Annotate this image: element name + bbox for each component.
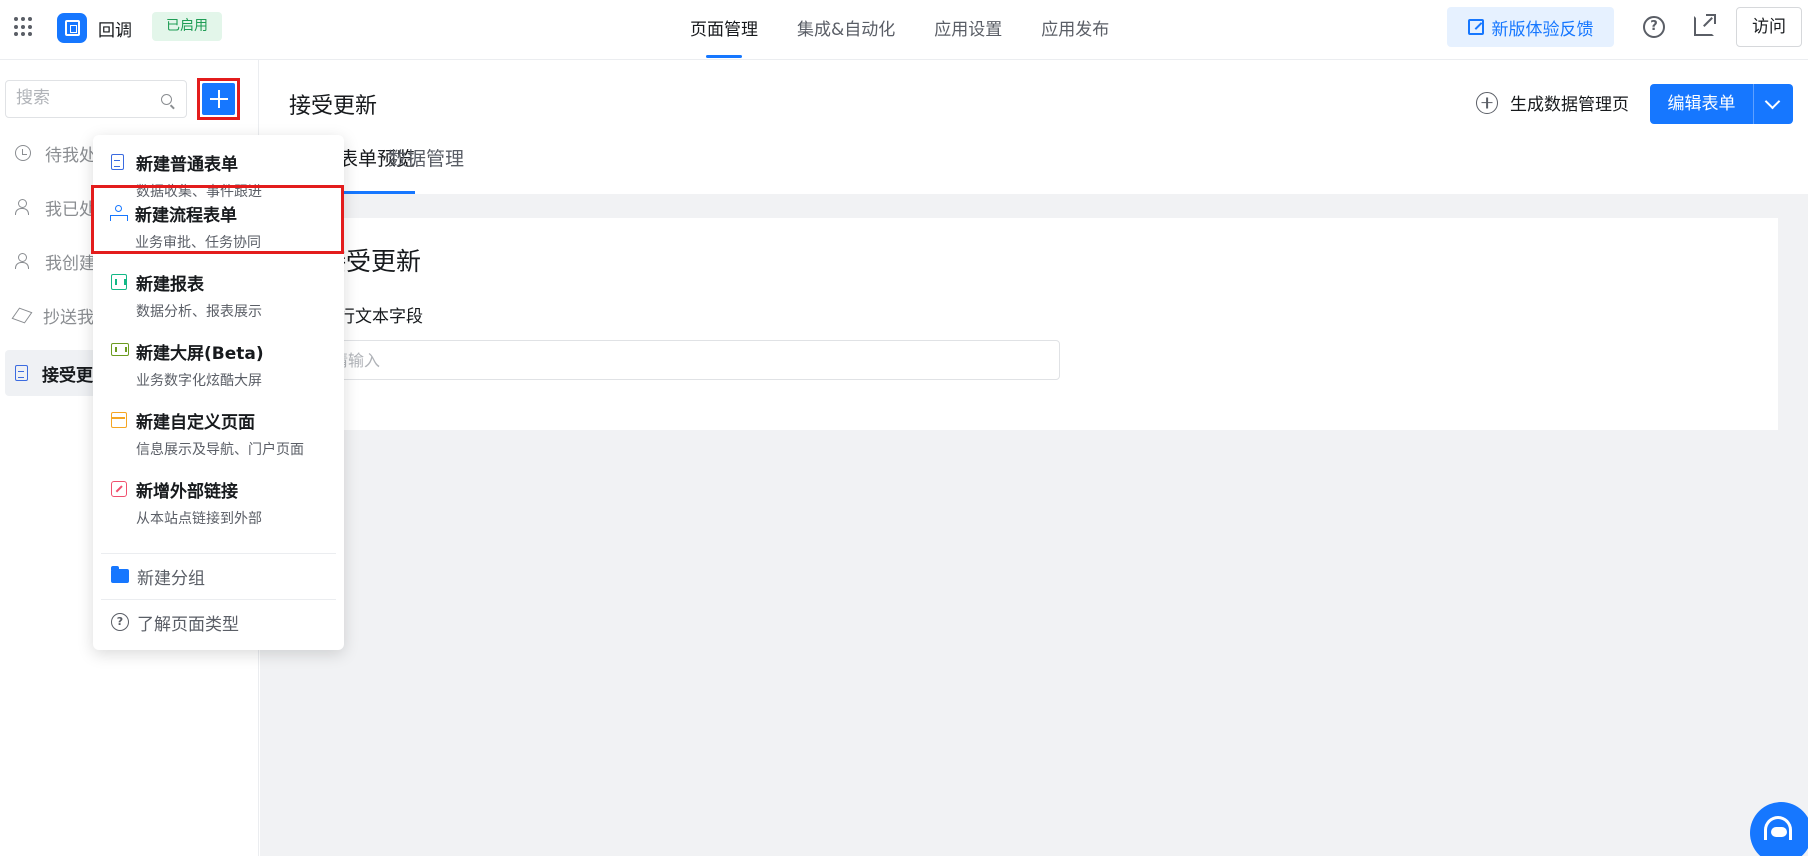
menu-item-new-group[interactable]: 新建分组 (93, 556, 344, 596)
generate-data-page-button[interactable]: 生成数据管理页 (1476, 90, 1629, 115)
menu-item-label: 了解页面类型 (137, 614, 239, 635)
main-area: 接受更新 生成数据管理页 编辑表单 表单预览 数据管理 接受更新 单行文本字段 (260, 60, 1808, 856)
feedback-button[interactable]: 新版体验反馈 (1447, 7, 1614, 47)
feedback-label: 新版体验反馈 (1491, 19, 1594, 40)
plus-icon (202, 83, 235, 115)
user-icon (15, 253, 31, 269)
menu-item-title: 新建大屏(Beta) (136, 344, 264, 364)
menu-item-new-external-link[interactable]: 新增外部链接 从本站点链接到外部 (93, 462, 344, 531)
plus-circle-icon (1476, 91, 1498, 114)
menu-item-label: 新建分组 (137, 568, 205, 589)
new-page-menu: 新建普通表单 数据收集、事件跟进 新建流程表单 业务审批、任务协同 新建报表 数… (91, 135, 344, 650)
main-nav: 页面管理 集成&自动化 应用设置 应用发布 (690, 0, 1148, 60)
edit-form-button[interactable]: 编辑表单 (1650, 84, 1754, 124)
user-check-icon (15, 199, 31, 215)
menu-item-title: 新建流程表单 (135, 206, 237, 226)
tab-data-management[interactable]: 数据管理 (388, 144, 464, 171)
menu-item-new-big-screen[interactable]: 新建大屏(Beta) 业务数字化炫酷大屏 (93, 324, 344, 393)
edit-icon (1467, 19, 1484, 35)
flowchart-icon (110, 205, 128, 221)
help-icon[interactable]: ? (1643, 16, 1665, 38)
menu-item-desc: 业务数字化炫酷大屏 (136, 373, 262, 389)
menu-item-title: 新增外部链接 (136, 482, 238, 502)
add-page-button[interactable] (197, 78, 240, 120)
app-logo-icon (57, 13, 87, 43)
menu-item-title: 新建普通表单 (136, 155, 238, 175)
menu-item-title: 新建报表 (136, 275, 204, 295)
menu-item-learn-page-types[interactable]: ? 了解页面类型 (93, 602, 344, 642)
single-line-text-input[interactable] (319, 340, 1060, 380)
external-link-icon[interactable] (1694, 14, 1716, 36)
chevron-down-icon (1764, 93, 1781, 110)
menu-item-desc: 业务审批、任务协同 (135, 235, 261, 251)
menu-item-title: 新建自定义页面 (136, 413, 255, 433)
help-icon: ? (111, 613, 129, 631)
status-badge: 已启用 (152, 12, 222, 41)
generate-data-page-label: 生成数据管理页 (1510, 95, 1629, 115)
menu-divider (101, 599, 336, 600)
form-preview-card: 接受更新 单行文本字段 (289, 218, 1778, 430)
nav-tab-app-publish[interactable]: 应用发布 (1041, 0, 1109, 60)
nav-tab-integration[interactable]: 集成&自动化 (797, 0, 895, 60)
clock-icon (15, 145, 31, 161)
menu-item-desc: 从本站点链接到外部 (136, 511, 262, 527)
page-title: 接受更新 (289, 94, 378, 119)
nav-tab-page-management[interactable]: 页面管理 (690, 0, 758, 60)
link-icon (111, 481, 127, 497)
main-header: 接受更新 生成数据管理页 编辑表单 表单预览 数据管理 (260, 60, 1808, 194)
menu-item-new-custom-page[interactable]: 新建自定义页面 信息展示及导航、门户页面 (93, 393, 344, 462)
menu-item-desc: 数据分析、报表展示 (136, 304, 262, 320)
edit-form-button-group: 编辑表单 (1650, 84, 1793, 124)
top-bar: 回调 已启用 页面管理 集成&自动化 应用设置 应用发布 新版体验反馈 ? 访问 (0, 0, 1808, 60)
search-input[interactable] (16, 81, 156, 115)
nav-tab-app-settings[interactable]: 应用设置 (934, 0, 1002, 60)
document-icon (111, 154, 124, 170)
headset-icon (1764, 816, 1792, 840)
app-name: 回调 (98, 21, 132, 41)
menu-divider (101, 553, 336, 554)
menu-item-new-flow-form[interactable]: 新建流程表单 业务审批、任务协同 (91, 185, 344, 254)
search-icon (161, 94, 172, 105)
customer-service-button[interactable] (1750, 802, 1808, 856)
custom-page-icon (111, 412, 127, 428)
dashboard-screen-icon (111, 343, 129, 356)
folder-icon (111, 566, 129, 583)
app-grid-icon[interactable] (14, 17, 34, 37)
visit-button[interactable]: 访问 (1736, 7, 1802, 47)
report-icon (111, 274, 127, 290)
send-icon (11, 307, 33, 323)
document-icon (15, 365, 28, 381)
menu-item-desc: 信息展示及导航、门户页面 (136, 442, 304, 458)
edit-form-dropdown-toggle[interactable] (1754, 84, 1793, 124)
search-box (5, 80, 187, 118)
menu-item-new-report[interactable]: 新建报表 数据分析、报表展示 (93, 255, 344, 324)
